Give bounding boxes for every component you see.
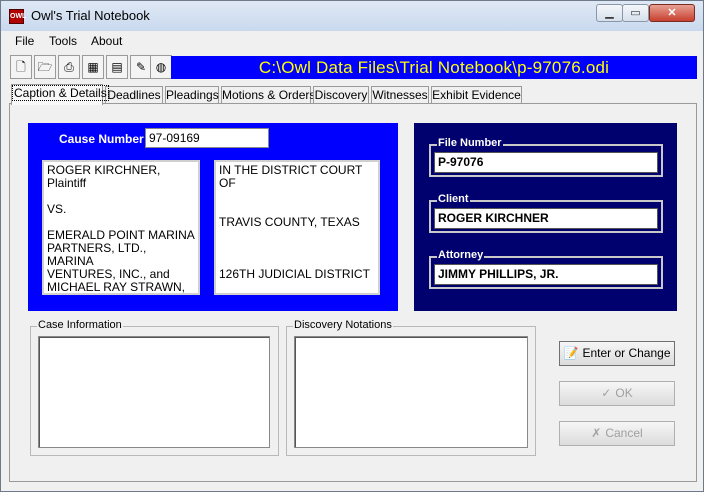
case-information-textarea[interactable] [38, 336, 270, 448]
enter-change-label: Enter or Change [582, 346, 671, 360]
minimize-button[interactable]: ▁ [596, 4, 623, 22]
tab-exhibit-evidence[interactable]: Exhibit Evidence [431, 86, 522, 104]
attorney-field[interactable]: JIMMY PHILLIPS, JR. [434, 264, 658, 285]
cause-number-label: Cause Number [59, 132, 144, 146]
file-number-label: File Number [437, 137, 503, 149]
close-button[interactable]: ✕ [649, 4, 695, 22]
menu-tools[interactable]: Tools [49, 34, 77, 48]
attorney-group: Attorney JIMMY PHILLIPS, JR. [429, 249, 663, 289]
caption-court-text[interactable]: IN THE DISTRICT COURT OF TRAVIS COUNTY, … [214, 160, 380, 295]
new-document-icon[interactable]: 🗋 [10, 55, 32, 79]
file-path-display: C:\Owl Data Files\Trial Notebook\p-97076… [171, 56, 697, 79]
tab-caption-details[interactable]: Caption & Details [11, 84, 109, 105]
print-icon[interactable]: ⎙ [58, 55, 80, 79]
enter-change-button[interactable]: 📝 Enter or Change [559, 341, 675, 366]
case-information-label: Case Information [37, 319, 123, 331]
maximize-button[interactable]: ▭ [622, 4, 649, 22]
tab-deadlines[interactable]: Deadlines [105, 86, 163, 104]
ok-label: OK [615, 386, 633, 400]
menu-bar: File Tools About [2, 31, 702, 51]
window-title: Owl's Trial Notebook [31, 8, 150, 23]
cancel-label: Cancel [605, 426, 643, 440]
tab-motions-orders[interactable]: Motions & Orders [221, 86, 315, 104]
app-window: OWL Owl's Trial Notebook ▁ ▭ ✕ File Tool… [0, 0, 704, 492]
client-label: Client [437, 193, 470, 205]
open-folder-icon[interactable]: 🗁 [34, 55, 56, 79]
client-group: Client ROGER KIRCHNER [429, 193, 663, 233]
tab-label: Caption & Details [12, 85, 109, 101]
case-information-group: Case Information [30, 319, 279, 456]
client-field[interactable]: ROGER KIRCHNER [434, 208, 658, 229]
ok-button[interactable]: ✓ OK [559, 381, 675, 406]
title-bar: OWL Owl's Trial Notebook ▁ ▭ ✕ [1, 1, 703, 31]
calculator-icon[interactable]: ▤ [106, 55, 128, 79]
globe-icon[interactable]: ◍ [150, 55, 172, 79]
menu-about[interactable]: About [91, 34, 122, 48]
tab-witnesses[interactable]: Witnesses [371, 86, 429, 104]
menu-file[interactable]: File [15, 34, 34, 48]
app-logo-icon: OWL [9, 9, 26, 24]
file-number-field[interactable]: P-97076 [434, 152, 658, 173]
tab-pleadings[interactable]: Pleadings [165, 86, 219, 104]
caption-parties-text[interactable]: ROGER KIRCHNER, Plaintiff VS. EMERALD PO… [42, 160, 200, 295]
calendar-icon[interactable]: ▦ [82, 55, 104, 79]
discovery-notations-group: Discovery Notations [286, 319, 536, 456]
notes-magnify-icon[interactable]: ✎ [130, 55, 152, 79]
discovery-notations-label: Discovery Notations [293, 319, 393, 331]
edit-form-icon: 📝 [563, 346, 579, 360]
cancel-x-icon: ✗ [591, 426, 602, 440]
checkmark-icon: ✓ [601, 386, 612, 400]
cancel-button[interactable]: ✗ Cancel [559, 421, 675, 446]
attorney-label: Attorney [437, 249, 485, 261]
cause-number-field[interactable]: 97-09169 [145, 128, 269, 148]
tab-discovery[interactable]: Discovery [313, 86, 369, 104]
file-number-group: File Number P-97076 [429, 137, 663, 177]
discovery-notations-textarea[interactable] [294, 336, 528, 448]
